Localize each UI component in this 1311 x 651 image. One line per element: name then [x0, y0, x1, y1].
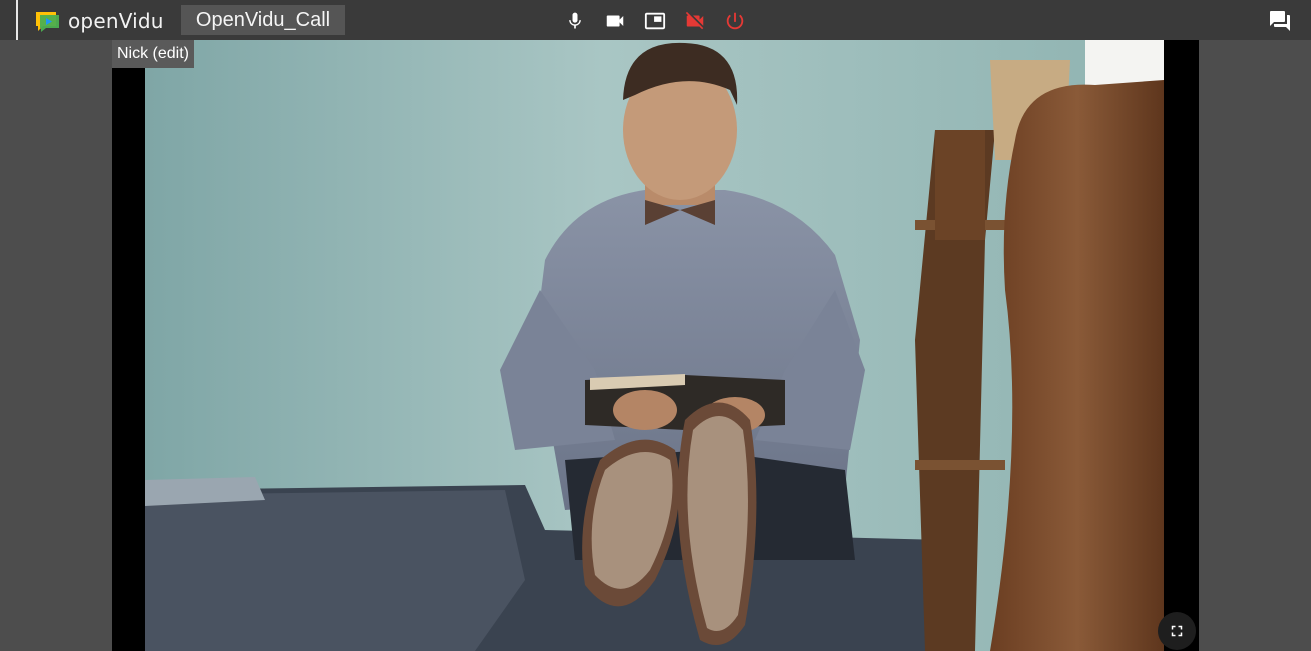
chat-icon	[1270, 11, 1290, 31]
fullscreen-icon	[1171, 625, 1183, 637]
fullscreen-button[interactable]	[1158, 612, 1196, 650]
leave-session-button[interactable]	[723, 9, 747, 33]
microphone-button[interactable]	[563, 9, 587, 33]
videocam-off-icon	[685, 11, 704, 30]
camera-off-button[interactable]	[683, 9, 707, 33]
toolbar: openVidu OpenVidu_Call	[0, 0, 1311, 40]
logo-text: openVidu	[68, 9, 164, 33]
power-icon	[726, 12, 744, 30]
chat-button[interactable]	[1268, 9, 1292, 33]
video-stream-container	[112, 40, 1199, 651]
media-controls	[563, 9, 747, 33]
camera-button[interactable]	[603, 9, 627, 33]
microphone-icon	[569, 12, 581, 29]
openvidu-logo-icon	[36, 12, 59, 32]
videocam-icon	[606, 15, 624, 27]
session-title: OpenVidu_Call	[181, 5, 345, 35]
video-frame-image	[145, 40, 1164, 651]
screen-share-button[interactable]	[643, 9, 667, 33]
picture-in-picture-icon	[644, 12, 666, 30]
video-stream	[145, 40, 1164, 651]
nickname-tag[interactable]: Nick (edit)	[112, 40, 195, 68]
openvidu-logo: openVidu	[35, 10, 164, 32]
toolbar-divider	[16, 0, 18, 40]
